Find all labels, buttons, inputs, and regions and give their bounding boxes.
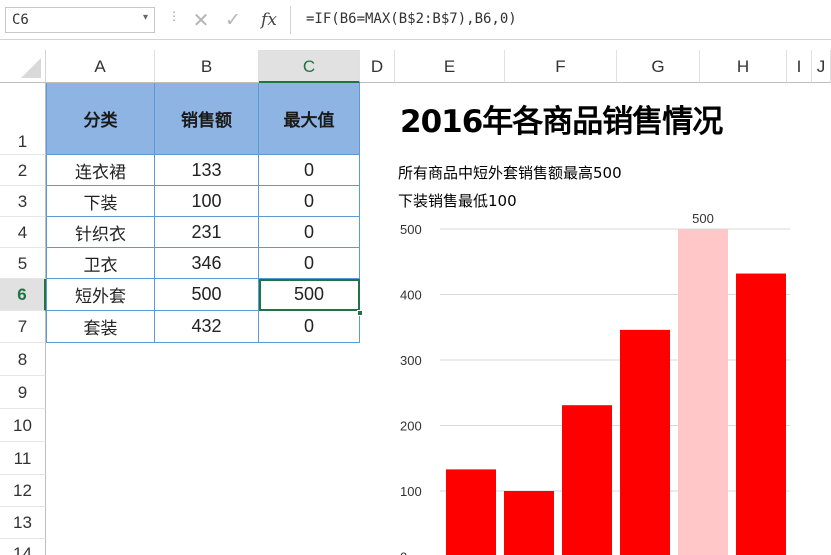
table-cell-sales[interactable]: 100	[155, 186, 259, 217]
name-box-value: C6	[12, 12, 29, 28]
table-cell-category[interactable]: 套装	[46, 311, 155, 343]
y-tick-label: 100	[400, 484, 422, 499]
row-header-4[interactable]: 4	[0, 217, 46, 248]
table-header-max[interactable]: 最大值	[259, 83, 360, 155]
column-header-f[interactable]: F	[505, 50, 617, 83]
table-cell-category[interactable]: 下装	[46, 186, 155, 217]
table-cell-category[interactable]: 短外套	[46, 279, 155, 311]
table-cell-max[interactable]: 0	[259, 217, 360, 248]
row-header-5[interactable]: 5	[0, 248, 46, 279]
name-box[interactable]: C6 ▾	[5, 7, 155, 33]
column-header-b[interactable]: B	[155, 50, 259, 83]
chart-bar	[678, 229, 728, 555]
row-header-2[interactable]: 2	[0, 155, 46, 186]
table-header-category[interactable]: 分类	[46, 83, 155, 155]
row-header-11[interactable]: 11	[0, 442, 46, 475]
table-cell-sales[interactable]: 231	[155, 217, 259, 248]
table-cell-category[interactable]: 卫衣	[46, 248, 155, 279]
formula-input[interactable]: =IF(B6=MAX(B$2:B$7),B6,0)	[298, 7, 828, 33]
row-header-12[interactable]: 12	[0, 475, 46, 507]
row-header-14[interactable]: 14	[0, 539, 46, 555]
table-header-sales[interactable]: 销售额	[155, 83, 259, 155]
y-tick-label: 0	[400, 550, 407, 555]
chart-bar	[446, 469, 496, 555]
formula-bar-divider	[290, 6, 291, 34]
chart-bar	[736, 273, 786, 555]
select-all-icon	[21, 58, 41, 78]
row-header-9[interactable]: 9	[0, 376, 46, 409]
chevron-down-icon[interactable]: ▾	[143, 12, 148, 23]
column-header-j[interactable]: J	[812, 50, 831, 83]
table-cell-max[interactable]: 0	[259, 248, 360, 279]
column-header-i[interactable]: I	[787, 50, 812, 83]
y-tick-label: 400	[400, 288, 422, 303]
y-tick-label: 500	[400, 222, 422, 237]
fill-handle[interactable]	[357, 310, 363, 316]
table-cell-max[interactable]: 0	[259, 311, 360, 343]
table-cell-max[interactable]: 0	[259, 155, 360, 186]
row-header-3[interactable]: 3	[0, 186, 46, 217]
column-header-c[interactable]: C	[259, 50, 360, 83]
chart-title: 2016年各商品销售情况	[400, 104, 723, 140]
row-header-6[interactable]: 6	[0, 279, 46, 311]
row-header-7[interactable]: 7	[0, 311, 46, 343]
column-header-e[interactable]: E	[395, 50, 505, 83]
column-header-g[interactable]: G	[617, 50, 700, 83]
data-label: 500	[692, 211, 714, 226]
table-cell-max[interactable]: 0	[259, 186, 360, 217]
more-options-icon[interactable]: ⋮	[168, 9, 180, 23]
function-icon[interactable]: fx	[255, 6, 283, 34]
select-all-corner[interactable]	[0, 50, 46, 83]
chart-bar	[504, 491, 554, 555]
table-cell-sales[interactable]: 432	[155, 311, 259, 343]
chart-bar	[562, 405, 612, 555]
chart-bar	[620, 329, 670, 555]
table-cell-sales[interactable]: 500	[155, 279, 259, 311]
y-tick-label: 200	[400, 419, 422, 434]
y-tick-label: 300	[400, 353, 422, 368]
chart-note-highest: 所有商品中短外套销售额最高500	[398, 164, 622, 182]
formula-text: =IF(B6=MAX(B$2:B$7),B6,0)	[306, 11, 517, 27]
bar-chart[interactable]: 0 100 200 300 400 500 500	[390, 205, 831, 555]
row-header-8[interactable]: 8	[0, 343, 46, 376]
table-cell-sales[interactable]: 346	[155, 248, 259, 279]
table-cell-category[interactable]: 针织衣	[46, 217, 155, 248]
column-header-d[interactable]: D	[360, 50, 395, 83]
column-header-a[interactable]: A	[46, 50, 155, 83]
active-cell-c6[interactable]: 500	[259, 279, 360, 311]
row-header-10[interactable]: 10	[0, 409, 46, 442]
check-icon[interactable]: ✓	[220, 6, 246, 34]
formula-bar: C6 ▾ ⋮ ✕ ✓ fx =IF(B6=MAX(B$2:B$7),B6,0)	[0, 0, 831, 40]
column-header-h[interactable]: H	[700, 50, 787, 83]
close-icon[interactable]: ✕	[188, 6, 214, 34]
table-cell-sales[interactable]: 133	[155, 155, 259, 186]
row-header-1[interactable]: 1	[0, 83, 46, 155]
table-cell-category[interactable]: 连衣裙	[46, 155, 155, 186]
row-header-13[interactable]: 13	[0, 507, 46, 539]
